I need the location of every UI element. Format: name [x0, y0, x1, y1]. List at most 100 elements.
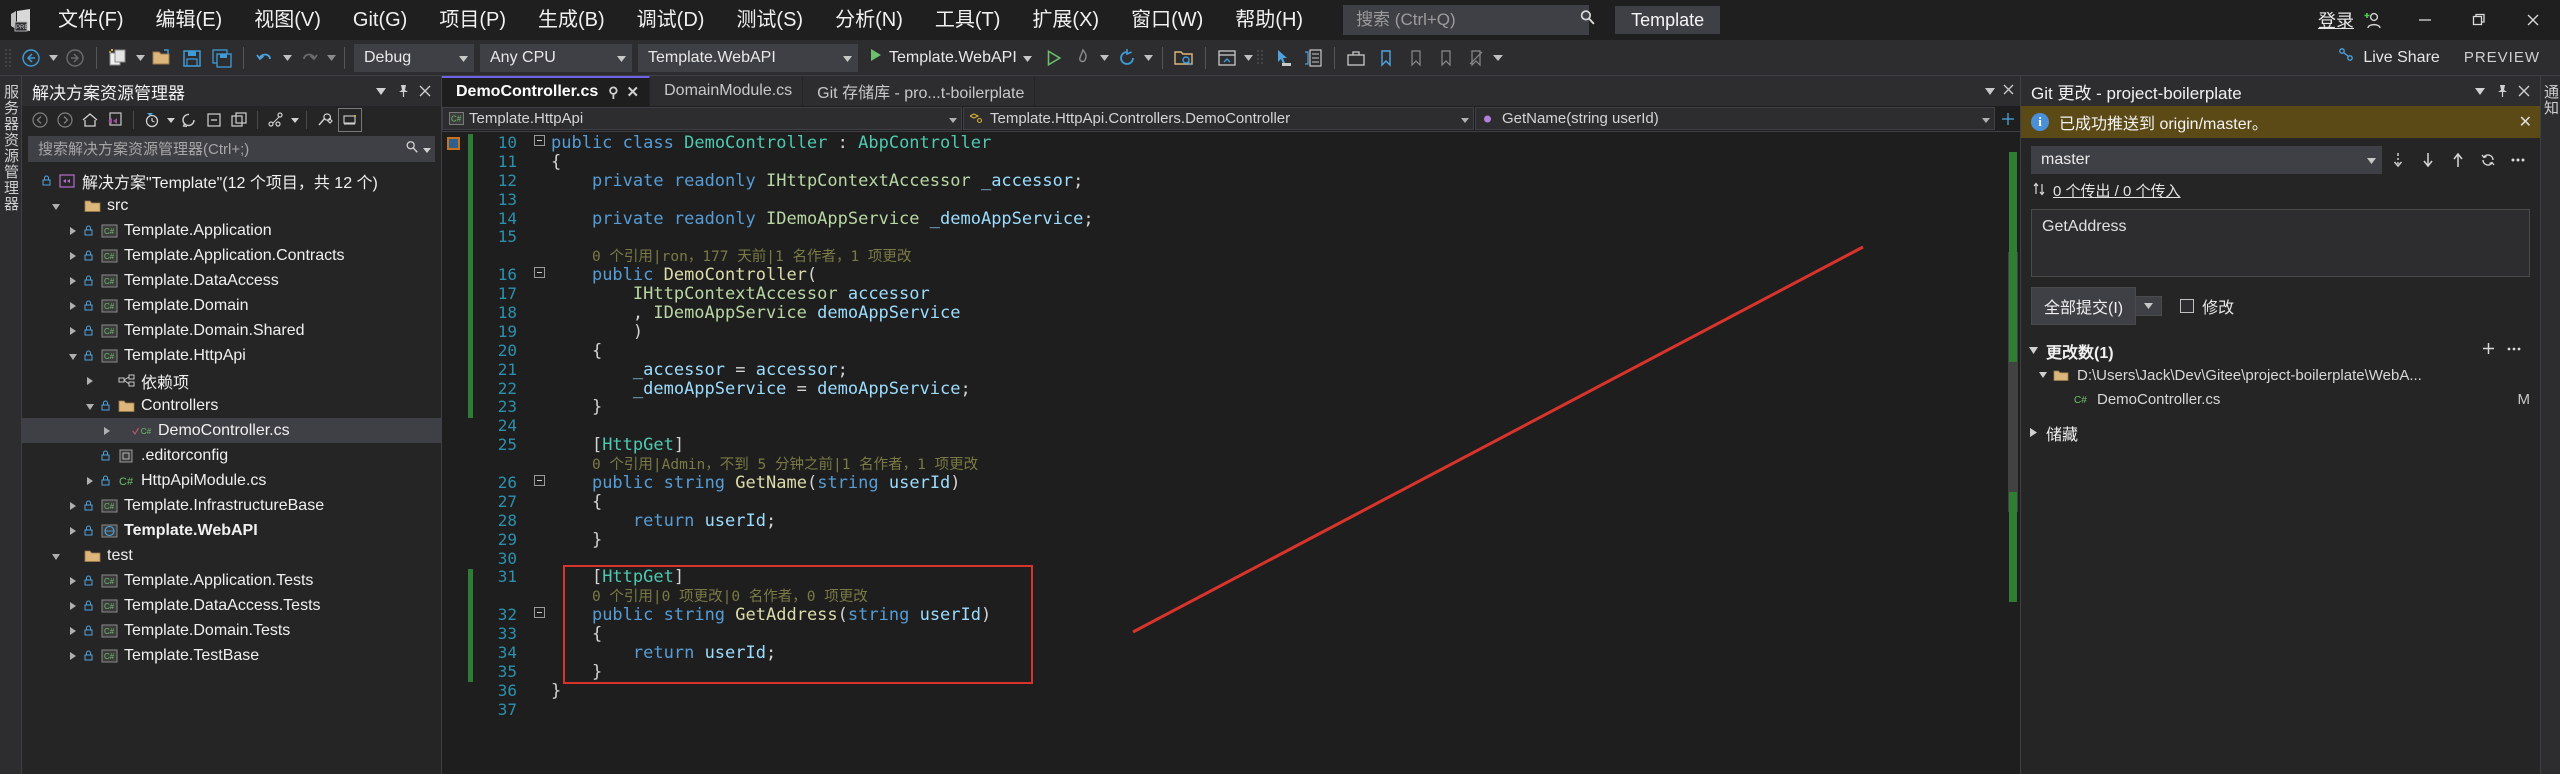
amend-checkbox[interactable] [2180, 299, 2195, 313]
tree-node-template-webapi[interactable]: Template.WebAPI [22, 518, 441, 543]
twisty-icon[interactable] [64, 651, 82, 660]
outgoing-incoming-link[interactable]: 0 个传出 / 0 个传入 [2053, 180, 2181, 201]
menu-analyze[interactable]: 分析(N) [819, 0, 919, 40]
branch-selector[interactable]: master [2031, 146, 2382, 174]
close-icon[interactable]: ✕ [627, 83, 640, 101]
tree-node-[interactable]: 依赖项 [22, 368, 441, 393]
navigate-backward-icon[interactable] [16, 43, 46, 73]
properties-window-icon[interactable] [1298, 43, 1328, 73]
push-icon[interactable] [2444, 146, 2472, 174]
tree-node-template-domain[interactable]: C# Template.Domain [22, 293, 441, 318]
menu-edit[interactable]: 编辑(E) [140, 0, 239, 40]
pin-icon[interactable] [2492, 80, 2512, 102]
toolbar-grip-2[interactable] [1256, 47, 1268, 69]
back-icon[interactable] [28, 108, 52, 132]
startup-project-combo[interactable]: Template.WebAPI [638, 43, 858, 72]
tree-node-template-infrastructurebase[interactable]: C# Template.InfrastructureBase [22, 493, 441, 518]
collapse-all-icon[interactable] [202, 108, 226, 132]
twisty-icon[interactable] [64, 326, 82, 335]
pin-icon[interactable] [393, 80, 413, 102]
commit-message-input[interactable]: GetAddress [2031, 209, 2530, 277]
twisty-icon[interactable] [81, 476, 99, 485]
chevron-down-icon-2[interactable] [289, 108, 300, 132]
stash-section-header[interactable]: 储藏 [2021, 411, 2540, 445]
tree-node-src[interactable]: src [22, 193, 441, 218]
menu-tools[interactable]: 工具(T) [919, 0, 1017, 40]
hot-reload-dropdown-icon[interactable] [1098, 43, 1112, 73]
undo-icon[interactable] [250, 43, 280, 73]
twisty-icon[interactable] [98, 426, 116, 435]
quick-launch-search[interactable] [1343, 5, 1595, 35]
git-change-file-row[interactable]: C# DemoController.cs M [2021, 387, 2540, 411]
sign-in-link[interactable]: 登录 [2318, 7, 2360, 33]
twisty-icon[interactable] [64, 526, 82, 535]
bookmark-next-icon[interactable] [1431, 43, 1461, 73]
tab-demo-controller[interactable]: DemoController.cs ⚲ ✕ [442, 76, 651, 106]
tree-node-template-httpapi[interactable]: C# Template.HttpApi [22, 343, 441, 368]
home-window-dropdown-icon[interactable] [1242, 43, 1256, 73]
menu-project[interactable]: 项目(P) [423, 0, 522, 40]
tree-node-template-application-contracts[interactable]: C# Template.Application.Contracts [22, 243, 441, 268]
solution-platform-combo[interactable]: Any CPU [480, 43, 632, 72]
bookmark-icon[interactable] [1371, 43, 1401, 73]
server-explorer-strip[interactable]: 服务器资源管理器 [0, 76, 22, 774]
navigate-forward-icon[interactable] [60, 43, 90, 73]
twisty-icon[interactable] [2039, 371, 2053, 379]
tree-node-editorconfig[interactable]: .editorconfig [22, 443, 441, 468]
pointer-select-icon[interactable] [1268, 43, 1298, 73]
close-tab-icon[interactable] [2003, 82, 2014, 100]
tree-node-template-dataaccess-tests[interactable]: C# Template.DataAccess.Tests [22, 593, 441, 618]
expand-arrow-icon[interactable] [2029, 342, 2038, 360]
tree-node-democontroller-cs[interactable]: C# DemoController.cs [22, 418, 441, 443]
chevron-down-icon[interactable] [165, 108, 176, 132]
close-icon[interactable] [415, 80, 435, 102]
fold-toggle-icon[interactable] [527, 606, 551, 625]
amend-checkbox-row[interactable]: 修改 [2180, 294, 2234, 318]
twisty-icon[interactable] [64, 601, 82, 610]
chevron-down-icon[interactable] [1022, 49, 1032, 67]
tree-node-httpapimodule-cs[interactable]: C# HttpApiModule.cs [22, 468, 441, 493]
breakpoint-settings-icon[interactable] [446, 136, 461, 156]
changes-section-header[interactable]: 更改数(1) [2021, 325, 2540, 363]
close-icon[interactable] [2514, 80, 2534, 102]
twisty-icon[interactable] [64, 501, 82, 510]
search-in-files-icon[interactable] [1169, 43, 1199, 73]
new-project-icon[interactable] [103, 43, 133, 73]
menu-debug[interactable]: 调试(D) [621, 0, 721, 40]
commit-all-button[interactable]: 全部提交(I) [2031, 287, 2137, 325]
glyph-margin[interactable] [442, 132, 468, 774]
pull-icon[interactable] [2414, 146, 2442, 174]
menu-help[interactable]: 帮助(H) [1219, 0, 1319, 40]
menu-extensions[interactable]: 扩展(X) [1016, 0, 1115, 40]
tree-node-template-domain-tests[interactable]: C# Template.Domain.Tests [22, 618, 441, 643]
minimize-button[interactable] [2398, 0, 2452, 40]
fold-toggle-icon[interactable] [527, 474, 551, 493]
pending-changes-filter-icon[interactable] [140, 108, 164, 132]
pin-icon[interactable]: ⚲ [608, 84, 618, 101]
twisty-icon[interactable] [64, 576, 82, 585]
bookmark-prev-icon[interactable] [1401, 43, 1431, 73]
hot-reload-icon[interactable] [1068, 43, 1098, 73]
tree-node-template-application-tests[interactable]: C# Template.Application.Tests [22, 568, 441, 593]
chevron-down-icon[interactable] [2470, 80, 2490, 102]
restore-button[interactable] [2452, 0, 2506, 40]
fold-toggle-icon[interactable] [527, 134, 551, 153]
redo-icon[interactable] [294, 43, 324, 73]
tree-node-template-testbase[interactable]: C# Template.TestBase [22, 643, 441, 668]
split-view-icon[interactable] [1996, 106, 2020, 131]
tree-node-controllers[interactable]: Controllers [22, 393, 441, 418]
navbar-project-dropdown[interactable]: C# Template.HttpApi [442, 107, 962, 130]
navbar-member-dropdown[interactable]: GetName(string userId) [1475, 107, 1995, 130]
toolbar-grip[interactable] [4, 47, 16, 69]
tab-git-repository[interactable]: Git 存储库 - pro...t-boilerplate [803, 76, 1036, 106]
navigate-backward-dropdown-icon[interactable] [46, 43, 60, 73]
twisty-icon[interactable] [47, 202, 65, 210]
notifications-strip[interactable]: 通知 [2540, 76, 2560, 774]
show-all-files-icon[interactable] [227, 108, 251, 132]
tree-node-test[interactable]: test [22, 543, 441, 568]
add-account-icon[interactable] [2360, 9, 2398, 31]
git-more-actions-icon[interactable] [2504, 146, 2532, 174]
collapse-arrow-icon[interactable] [2029, 424, 2038, 442]
solution-configuration-combo[interactable]: Debug [354, 43, 474, 72]
twisty-icon[interactable] [47, 552, 65, 560]
